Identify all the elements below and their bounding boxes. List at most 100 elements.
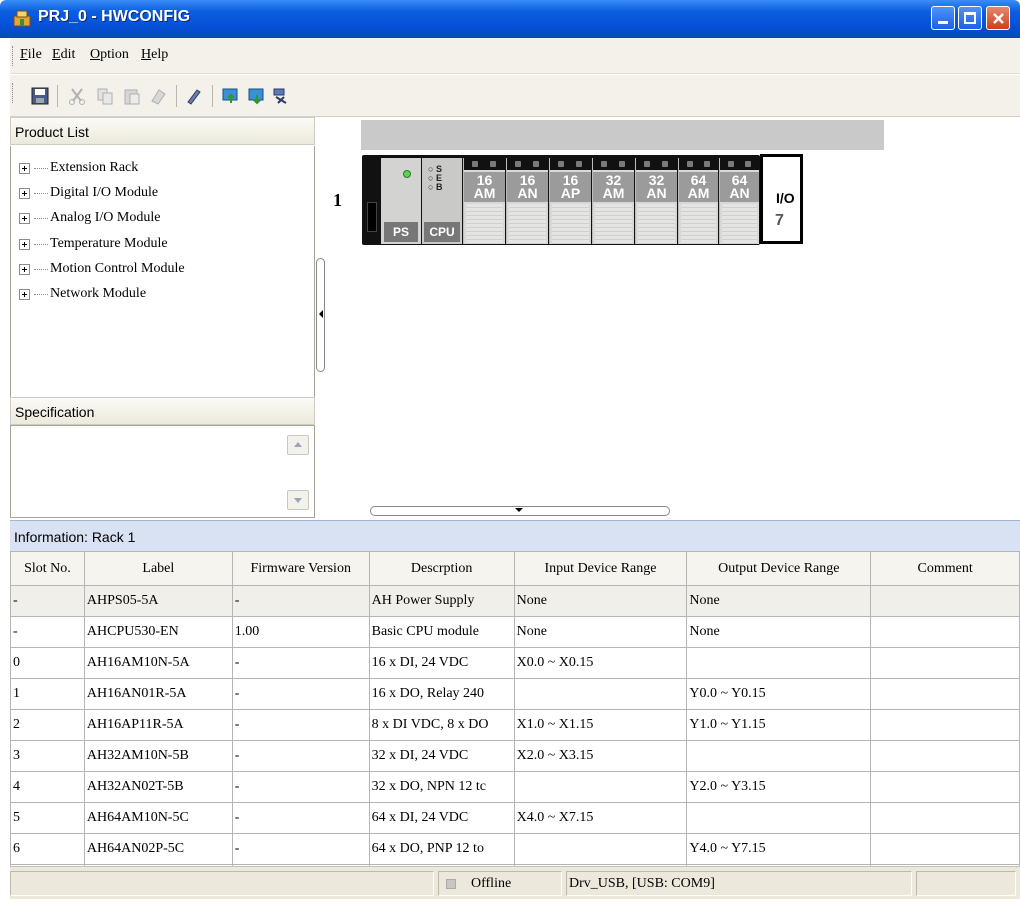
table-cell[interactable] [870, 833, 1020, 865]
toolbar-grip[interactable] [12, 83, 15, 103]
table-cell[interactable]: - [231, 833, 370, 865]
table-cell[interactable]: AH32AM10N-5B [83, 740, 233, 772]
io-module-slot-3[interactable]: 32 AM [592, 158, 634, 244]
table-cell[interactable]: 64 x DO, PNP 12 to [368, 833, 515, 865]
table-row[interactable]: 2 AH16AP11R-5A - 8 x DI VDC, 8 x DO X1.0… [10, 709, 1020, 741]
menu-help[interactable]: Help [141, 47, 168, 63]
table-row[interactable]: 1 AH16AN01R-5A - 16 x DO, Relay 240 Y0.0… [10, 678, 1020, 710]
erase-icon[interactable] [149, 87, 167, 105]
table-cell[interactable]: AH16AN01R-5A [83, 678, 233, 710]
table-cell[interactable]: None [513, 616, 688, 648]
scroll-down-button[interactable] [287, 490, 309, 510]
menu-edit[interactable]: Edit [52, 47, 75, 63]
table-cell[interactable] [870, 616, 1020, 648]
table-cell[interactable]: - [231, 647, 370, 679]
table-cell[interactable]: X4.0 ~ X7.15 [513, 802, 688, 834]
scan-icon[interactable] [272, 87, 290, 105]
table-cell[interactable]: - [231, 740, 370, 772]
scroll-up-button[interactable] [287, 435, 309, 455]
expand-icon[interactable] [19, 263, 30, 275]
io-module-slot-4[interactable]: 32 AN [635, 158, 677, 244]
table-cell[interactable]: AHCPU530-EN [83, 616, 233, 648]
table-cell[interactable]: 16 x DO, Relay 240 [368, 678, 515, 710]
copy-icon[interactable] [96, 87, 114, 105]
table-cell[interactable]: X1.0 ~ X1.15 [513, 709, 688, 741]
table-cell[interactable]: - [10, 616, 85, 648]
title-bar[interactable]: PRJ_0 - HWCONFIG [0, 0, 1020, 38]
table-cell[interactable]: - [231, 709, 370, 741]
table-cell[interactable]: 1.00 [231, 616, 370, 648]
save-icon[interactable] [31, 87, 49, 105]
column-header[interactable]: Slot No. [10, 551, 85, 586]
table-cell[interactable] [870, 802, 1020, 834]
io-module-slot-0[interactable]: 16 AM [463, 158, 505, 244]
table-cell[interactable]: X0.0 ~ X0.15 [513, 647, 688, 679]
table-cell[interactable]: 0 [10, 647, 85, 679]
expand-icon[interactable] [19, 162, 30, 174]
table-row[interactable]: - AHCPU530-EN 1.00 Basic CPU module None… [10, 616, 1020, 648]
table-row[interactable]: 3 AH32AM10N-5B - 32 x DI, 24 VDC X2.0 ~ … [10, 740, 1020, 772]
expand-icon[interactable] [19, 212, 30, 224]
close-button[interactable] [986, 6, 1010, 30]
maximize-button[interactable] [958, 6, 982, 30]
table-cell[interactable] [686, 740, 872, 772]
table-cell[interactable]: None [686, 585, 872, 617]
table-cell[interactable]: AH16AP11R-5A [83, 709, 233, 741]
column-header[interactable]: Output Device Range [686, 551, 872, 586]
table-cell[interactable]: Y1.0 ~ Y1.15 [686, 709, 872, 741]
table-cell[interactable]: AHPS05-5A [83, 585, 233, 617]
table-row[interactable]: 0 AH16AM10N-5A - 16 x DI, 24 VDC X0.0 ~ … [10, 647, 1020, 679]
table-cell[interactable] [513, 833, 688, 865]
table-cell[interactable]: AH Power Supply [368, 585, 515, 617]
table-cell[interactable]: AH32AN02T-5B [83, 771, 233, 803]
table-cell[interactable]: AH16AM10N-5A [83, 647, 233, 679]
table-cell[interactable]: 1 [10, 678, 85, 710]
table-cell[interactable] [513, 678, 688, 710]
table-cell[interactable] [686, 647, 872, 679]
tree-item-network[interactable]: Network Module [19, 284, 146, 304]
table-cell[interactable] [870, 647, 1020, 679]
table-cell[interactable]: X2.0 ~ X3.15 [513, 740, 688, 772]
tree-item-temperature[interactable]: Temperature Module [19, 234, 168, 254]
table-cell[interactable]: Y0.0 ~ Y0.15 [686, 678, 872, 710]
table-cell[interactable] [870, 585, 1020, 617]
expand-icon[interactable] [19, 187, 30, 199]
table-cell[interactable]: 8 x DI VDC, 8 x DO [368, 709, 515, 741]
io-module-slot-1[interactable]: 16 AN [506, 158, 548, 244]
table-cell[interactable]: 5 [10, 802, 85, 834]
table-cell[interactable]: 4 [10, 771, 85, 803]
check-icon[interactable] [185, 87, 203, 105]
paste-icon[interactable] [123, 87, 141, 105]
table-cell[interactable]: AH64AN02P-5C [83, 833, 233, 865]
download-icon[interactable] [248, 87, 266, 105]
tree-item-motion-control[interactable]: Motion Control Module [19, 259, 185, 279]
table-cell[interactable]: 64 x DI, 24 VDC [368, 802, 515, 834]
table-cell[interactable]: 16 x DI, 24 VDC [368, 647, 515, 679]
table-row[interactable]: 4 AH32AN02T-5B - 32 x DO, NPN 12 tc Y2.0… [10, 771, 1020, 803]
table-cell[interactable]: Y2.0 ~ Y3.15 [686, 771, 872, 803]
table-cell[interactable] [513, 771, 688, 803]
table-cell[interactable]: Basic CPU module [368, 616, 515, 648]
column-header[interactable]: Comment [870, 551, 1020, 586]
column-header[interactable]: Descrption [368, 551, 515, 586]
table-cell[interactable] [870, 678, 1020, 710]
table-cell[interactable]: 32 x DO, NPN 12 tc [368, 771, 515, 803]
table-cell[interactable]: - [231, 678, 370, 710]
io-module-slot-5[interactable]: 64 AM [678, 158, 718, 244]
table-cell[interactable]: 2 [10, 709, 85, 741]
tree-item-analog-io[interactable]: Analog I/O Module [19, 208, 160, 228]
column-header[interactable]: Label [83, 551, 233, 586]
collapse-down-icon[interactable] [515, 508, 523, 512]
upload-icon[interactable] [222, 87, 240, 105]
table-cell[interactable]: - [10, 585, 85, 617]
tree-item-digital-io[interactable]: Digital I/O Module [19, 183, 158, 203]
table-cell[interactable] [686, 802, 872, 834]
table-cell[interactable]: None [513, 585, 688, 617]
table-row[interactable]: 6 AH64AN02P-5C - 64 x DO, PNP 12 to Y4.0… [10, 833, 1020, 865]
expand-icon[interactable] [19, 288, 30, 300]
io-module-slot-2[interactable]: 16 AP [549, 158, 591, 244]
table-row[interactable]: 5 AH64AM10N-5C - 64 x DI, 24 VDC X4.0 ~ … [10, 802, 1020, 834]
table-cell[interactable] [870, 771, 1020, 803]
menu-file[interactable]: File [20, 47, 42, 63]
cut-icon[interactable] [68, 87, 86, 105]
